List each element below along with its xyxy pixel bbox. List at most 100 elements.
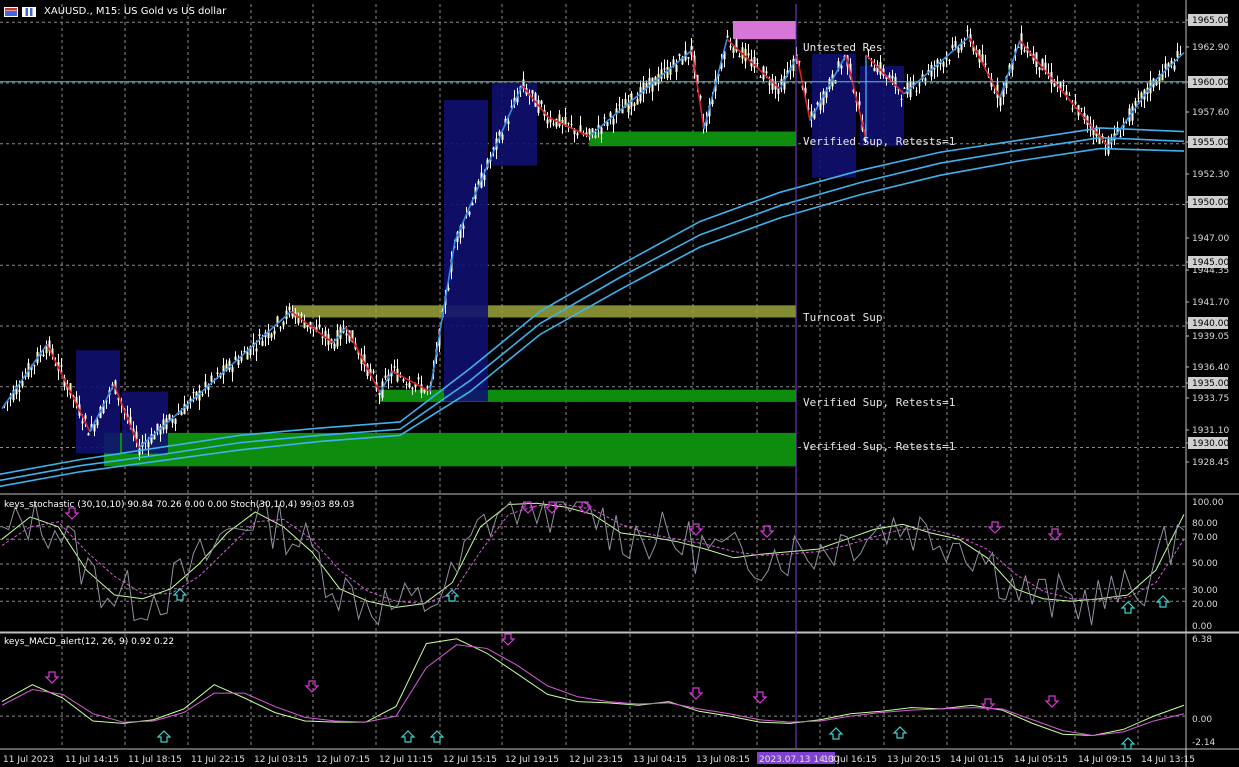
price-and-time-axes: 1965.00 1962.90 1960.00 1957.60 1955.00 1952.… bbox=[3, 14, 1229, 765]
zigzag-segment bbox=[999, 40, 1021, 98]
zigzag-segment bbox=[796, 56, 811, 121]
candle-body bbox=[588, 128, 591, 134]
candle-body bbox=[756, 62, 759, 65]
candle-body bbox=[915, 90, 918, 92]
timeframe-label: M15 bbox=[95, 6, 118, 17]
macd-tick-label: 6.38 bbox=[1192, 635, 1212, 645]
zigzag-segment bbox=[1107, 80, 1156, 147]
price-tick-label: 1950.00 bbox=[1192, 198, 1229, 208]
price-tick-label: 1952.30 bbox=[1192, 170, 1229, 180]
chart-grid-icon[interactable] bbox=[4, 7, 18, 17]
trading-chart[interactable]: 1965.00 1962.90 1960.00 1957.60 1955.00 1952.… bbox=[0, 0, 1239, 767]
zone-rect bbox=[292, 305, 796, 318]
price-tick-label: 1933.75 bbox=[1192, 394, 1229, 404]
candle-body bbox=[321, 336, 324, 339]
stoch-tick-label: 50.00 bbox=[1192, 559, 1218, 569]
candle-body bbox=[1071, 108, 1074, 110]
candle-body bbox=[546, 119, 549, 124]
candle-body bbox=[552, 123, 555, 125]
candle-body bbox=[687, 56, 690, 59]
stoch-tick-label: 70.00 bbox=[1192, 533, 1218, 543]
candle-body bbox=[531, 90, 534, 94]
candle-body bbox=[180, 412, 183, 416]
candle-body bbox=[501, 134, 504, 140]
macd-buy-arrow bbox=[156, 730, 172, 743]
macd-tick-label: 0.00 bbox=[1192, 715, 1212, 725]
candle-body bbox=[201, 394, 204, 396]
zigzag-segment bbox=[779, 55, 798, 90]
time-tick-label: 12 Jul 11:15 bbox=[379, 755, 433, 765]
candle-body bbox=[666, 66, 669, 79]
candle-body bbox=[393, 366, 396, 368]
candle-body bbox=[747, 53, 750, 56]
candle-body bbox=[468, 211, 471, 215]
candle-body bbox=[942, 62, 945, 67]
candle-body bbox=[540, 100, 543, 105]
candle-body bbox=[255, 348, 258, 352]
chart-grid bbox=[0, 0, 1239, 767]
candle-body bbox=[984, 63, 987, 65]
candle-body bbox=[258, 334, 261, 336]
zigzag-segment bbox=[968, 36, 1001, 98]
macd-tick-label: -2.14 bbox=[1192, 738, 1216, 748]
zigzag-segment bbox=[1019, 39, 1109, 147]
time-tick-label: 11 Jul 18:15 bbox=[128, 755, 182, 765]
candle-body bbox=[579, 125, 582, 132]
price-tick-label: 1940.00 bbox=[1192, 319, 1229, 329]
stoch-buy-arrow bbox=[1120, 601, 1136, 614]
candle-body bbox=[966, 30, 969, 32]
candle-body bbox=[558, 114, 561, 127]
zone-label: Turncoat Sup bbox=[803, 311, 882, 324]
range-box bbox=[444, 99, 488, 402]
zone-label: Verified Sup, Retests=1 bbox=[803, 440, 955, 453]
macd-buy-arrow bbox=[429, 730, 445, 743]
candle-body bbox=[42, 354, 45, 357]
time-tick-label: 14 Jul 09:15 bbox=[1078, 755, 1132, 765]
candle-body bbox=[675, 64, 678, 72]
candle-body bbox=[903, 87, 906, 89]
candle-body bbox=[609, 112, 612, 118]
candle-body bbox=[138, 448, 141, 455]
candle-body bbox=[216, 372, 219, 374]
price-tick-label: 1955.00 bbox=[1192, 138, 1229, 148]
time-tick-label: 14 Jul 13:15 bbox=[1141, 755, 1195, 765]
price-tick-label: 1935.00 bbox=[1192, 379, 1229, 389]
stoch-tick-label: 20.00 bbox=[1192, 600, 1218, 610]
candle-body bbox=[231, 367, 234, 373]
zone-label: Untested Res bbox=[803, 41, 882, 54]
candle-body bbox=[237, 359, 240, 365]
chart-title: XAUUSD., M15: US Gold vs US dollar bbox=[44, 6, 227, 17]
candle-body bbox=[300, 314, 303, 316]
symbol-description: US Gold vs US dollar bbox=[123, 6, 227, 17]
candle-body bbox=[18, 389, 21, 392]
candle-body bbox=[924, 78, 927, 81]
candle-body bbox=[918, 84, 921, 86]
stoch-sell-arrow bbox=[688, 523, 704, 536]
candle-body bbox=[246, 351, 249, 360]
bar-chart-icon[interactable] bbox=[22, 7, 36, 17]
candle-body bbox=[606, 122, 609, 126]
stoch-tick-label: 100.00 bbox=[1192, 498, 1224, 508]
candle-body bbox=[636, 98, 639, 105]
price-tick-label: 1931.10 bbox=[1192, 426, 1229, 436]
candle-body bbox=[951, 44, 954, 49]
candle-body bbox=[591, 128, 594, 133]
candle-body bbox=[96, 420, 99, 426]
candle-body bbox=[768, 84, 771, 86]
candle-body bbox=[174, 418, 177, 424]
candle-body bbox=[402, 379, 405, 382]
time-tick-label: 11 Jul 14:15 bbox=[65, 755, 119, 765]
candle-body bbox=[957, 47, 960, 53]
candle-body bbox=[678, 54, 681, 56]
zone-rect bbox=[733, 21, 796, 40]
time-tick-label: 13 Jul 08:15 bbox=[696, 755, 750, 765]
price-tick-label: 1928.45 bbox=[1192, 458, 1229, 468]
price-tick-label: 1941.70 bbox=[1192, 298, 1229, 308]
macd-sell-arrow bbox=[1044, 695, 1060, 708]
stoch-tick-label: 80.00 bbox=[1192, 519, 1218, 529]
symbol-label: XAUUSD. bbox=[44, 6, 90, 17]
macd-buy-arrow bbox=[892, 726, 908, 739]
candle-body bbox=[1023, 50, 1026, 52]
candle-body bbox=[729, 45, 732, 48]
zigzag-segment bbox=[691, 50, 705, 130]
